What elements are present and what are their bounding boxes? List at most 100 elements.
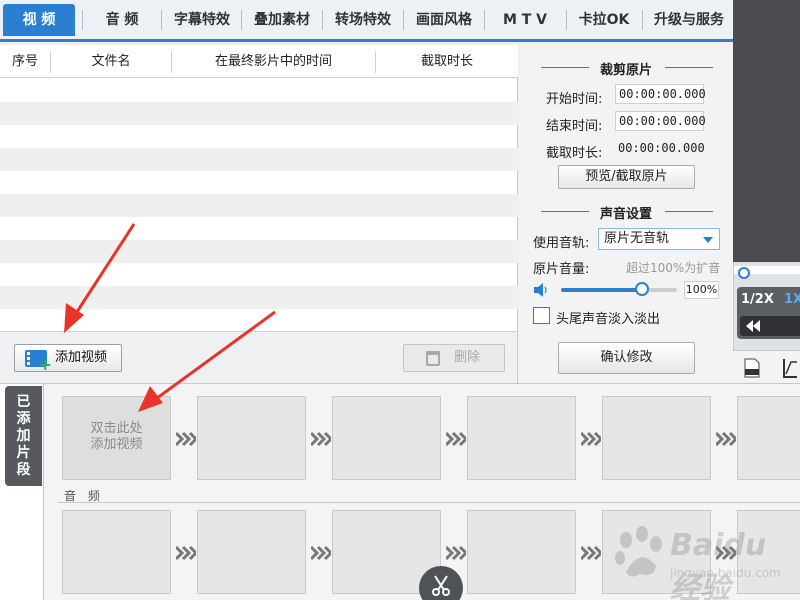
tab-divider (642, 10, 643, 30)
audio-slot[interactable] (467, 510, 576, 594)
fade-checkbox[interactable] (533, 307, 550, 324)
tab-divider (82, 10, 83, 30)
chevron-right-icon (581, 545, 601, 561)
tab-audio[interactable]: 音 频 (86, 4, 158, 36)
tab-divider (566, 10, 567, 30)
chevron-right-icon (176, 431, 196, 447)
volume-slider-fill (561, 288, 643, 292)
storyboard-tab[interactable]: 已添加片段 (5, 386, 42, 486)
end-time-label: 结束时间: (546, 119, 603, 134)
video-slot[interactable] (332, 396, 441, 480)
table-row (0, 125, 518, 148)
new-file-icon[interactable] (743, 358, 761, 378)
start-time-field[interactable]: 00:00:00.000 (615, 84, 706, 104)
placeholder-line-1: 双击此处 (90, 421, 143, 436)
audio-track-label: 使用音轨: (533, 236, 590, 251)
storyboard-tab-label: 已添加片段 (16, 394, 31, 478)
column-header-filename[interactable]: 文件名 (51, 45, 171, 78)
audio-track-value: 原片无音轨 (604, 231, 670, 246)
add-video-label: 添加视频 (55, 350, 108, 365)
tab-video[interactable]: 视 频 (3, 4, 75, 36)
trim-section-title: 裁剪原片 (599, 63, 652, 78)
volume-slider-handle[interactable] (635, 282, 650, 296)
main-tab-bar: 视 频 音 频 字幕特效 叠加素材 转场特效 画面风格 M T V 卡拉OK 升… (0, 0, 733, 42)
volume-hint: 超过100%为扩音 (626, 261, 721, 275)
chevron-right-icon (311, 431, 331, 447)
speed-half-button[interactable]: 1/2X (741, 292, 774, 307)
storyboard: 已添加片段 双击此处 添加视频 音 频 (0, 383, 800, 600)
speed-one-button[interactable]: 1X (784, 292, 800, 307)
table-row (0, 148, 518, 171)
tab-mtv[interactable]: M T V (488, 4, 562, 36)
table-row (0, 217, 518, 240)
column-header-timeline-time[interactable]: 在最终影片中的时间 (172, 45, 375, 78)
clip-settings-panel: 裁剪原片 开始时间: 00:00:00.000 结束时间: 00:00:00.0… (519, 45, 733, 383)
placeholder-text: 双击此处 添加视频 (63, 421, 170, 453)
table-row (0, 240, 518, 263)
video-slot[interactable] (602, 396, 711, 480)
tab-karaoke[interactable]: 卡拉OK (570, 4, 638, 36)
chevron-right-icon (446, 431, 466, 447)
table-toolbar: 添加视频 删除 (0, 331, 518, 383)
video-slot[interactable] (197, 396, 306, 480)
video-slot[interactable] (467, 396, 576, 480)
chevron-down-icon (703, 237, 713, 243)
tab-divider (161, 10, 162, 30)
tab-divider (403, 10, 404, 30)
trash-icon (426, 351, 440, 366)
chart-icon[interactable] (783, 358, 797, 378)
tab-divider (241, 10, 242, 30)
duration-label: 截取时长: (546, 146, 603, 161)
tab-picture-style[interactable]: 画面风格 (407, 4, 481, 36)
player-tool-row (733, 350, 800, 383)
clip-table: 序号 文件名 在最终影片中的时间 截取时长 (0, 45, 518, 331)
scissors-icon (432, 575, 450, 596)
table-row (0, 102, 518, 125)
rewind-icon (746, 320, 760, 332)
tab-transition-effects[interactable]: 转场特效 (326, 4, 400, 36)
audio-slot[interactable] (737, 510, 800, 594)
storyboard-track: 双击此处 添加视频 音 频 (43, 384, 800, 600)
seek-bar[interactable] (734, 266, 800, 279)
chevron-right-icon (716, 545, 736, 561)
confirm-changes-button[interactable]: 确认修改 (558, 342, 695, 374)
column-header-duration[interactable]: 截取时长 (376, 45, 518, 78)
tab-upgrade-service[interactable]: 升级与服务 (646, 4, 732, 36)
preview-trim-button[interactable]: 预览/截取原片 (558, 165, 695, 189)
table-row (0, 171, 518, 194)
add-video-button[interactable]: 添加视频 (14, 344, 122, 373)
end-time-field[interactable]: 00:00:00.000 (615, 111, 706, 131)
speaker-icon[interactable] (533, 282, 549, 298)
chevron-right-icon (176, 545, 196, 561)
duration-value: 00:00:00.000 (618, 141, 705, 155)
column-header-index[interactable]: 序号 (0, 45, 50, 78)
volume-label: 原片音量: (533, 262, 590, 277)
audio-slot[interactable] (602, 510, 711, 594)
rewind-button[interactable] (740, 316, 800, 336)
table-row (0, 79, 518, 102)
tab-divider (322, 10, 323, 30)
video-slot-placeholder[interactable]: 双击此处 添加视频 (62, 396, 171, 480)
chevron-right-icon (581, 431, 601, 447)
volume-slider[interactable] (561, 282, 677, 296)
table-row (0, 286, 518, 309)
audio-slot[interactable] (62, 510, 171, 594)
table-row (0, 309, 518, 332)
seek-handle[interactable] (738, 267, 750, 279)
volume-input[interactable]: 100% (684, 281, 719, 299)
table-header: 序号 文件名 在最终影片中的时间 截取时长 (0, 45, 518, 78)
start-time-label: 开始时间: (546, 92, 603, 107)
audio-track-select[interactable]: 原片无音轨 (598, 228, 720, 250)
tab-divider (484, 10, 485, 30)
chevron-right-icon (716, 431, 736, 447)
section-divider (665, 67, 713, 68)
chevron-right-icon (311, 545, 331, 561)
video-slot[interactable] (737, 396, 800, 480)
section-divider (665, 211, 713, 212)
chevron-right-icon (446, 545, 466, 561)
audio-slot[interactable] (197, 510, 306, 594)
tab-subtitle-effects[interactable]: 字幕特效 (165, 4, 239, 36)
delete-button[interactable]: 删除 (403, 344, 505, 372)
app-window: { "tabs": [ {"label": "视 频", "active": t… (0, 0, 800, 600)
tab-overlay-materials[interactable]: 叠加素材 (245, 4, 319, 36)
